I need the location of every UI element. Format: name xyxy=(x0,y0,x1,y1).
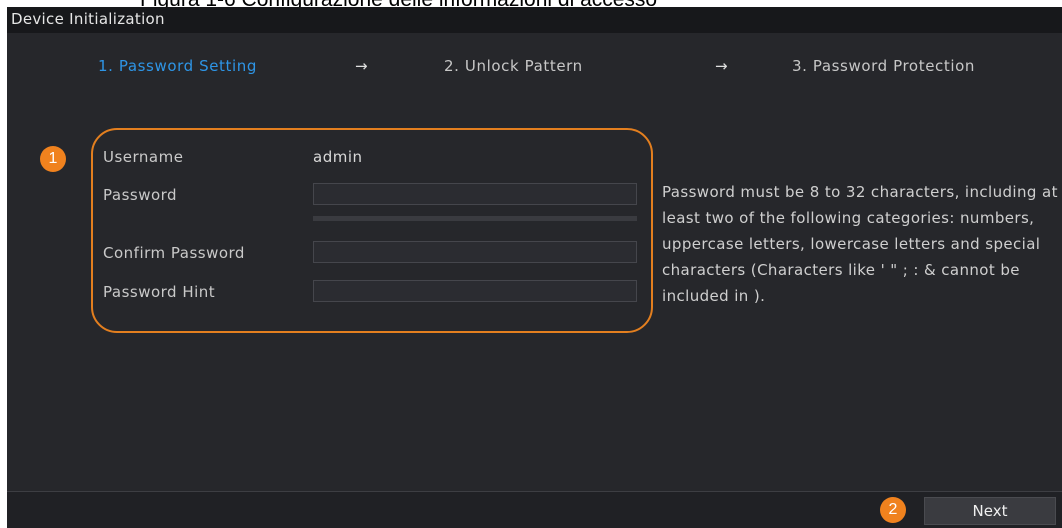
step-unlock-pattern: 2. Unlock Pattern xyxy=(444,57,583,75)
title-bar: Device Initialization xyxy=(7,7,1062,33)
arrow-right-icon: → xyxy=(355,57,369,75)
password-rules-text: Password must be 8 to 32 characters, inc… xyxy=(662,183,1058,305)
username-value: admin xyxy=(313,148,363,166)
arrow-right-icon: → xyxy=(715,57,729,75)
next-button[interactable]: Next xyxy=(924,497,1056,525)
step-password-setting: 1. Password Setting xyxy=(98,57,258,75)
callout-badge-2: 2 xyxy=(880,497,906,523)
confirm-password-label: Confirm Password xyxy=(103,244,245,262)
callout-badge-1: 1 xyxy=(40,146,66,172)
username-label: Username xyxy=(103,148,184,166)
password-input[interactable] xyxy=(313,183,637,205)
password-label: Password xyxy=(103,186,178,204)
window-title: Device Initialization xyxy=(11,10,165,28)
step-password-protection: 3. Password Protection xyxy=(792,57,975,75)
password-hint-input[interactable] xyxy=(313,280,637,302)
password-hint-label: Password Hint xyxy=(103,283,216,301)
password-strength-bar xyxy=(313,216,637,221)
device-initialization-window: Device Initialization 1. Password Settin… xyxy=(7,7,1062,528)
confirm-password-input[interactable] xyxy=(313,241,637,263)
